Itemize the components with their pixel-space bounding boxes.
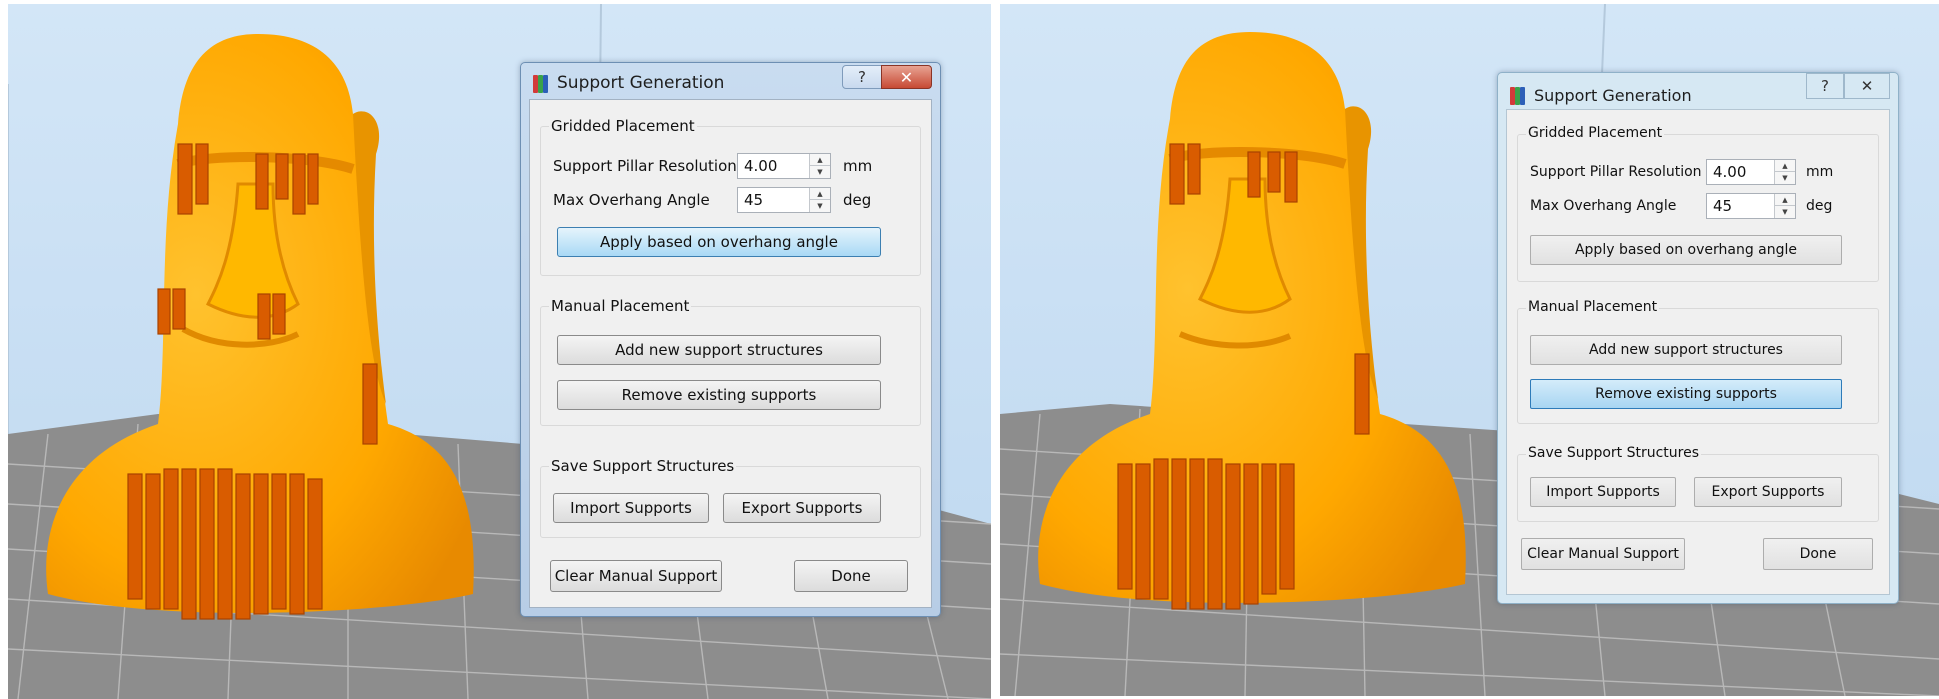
spin-buttons[interactable]: ▲ ▼ — [1774, 194, 1795, 218]
support-pillar-resolution-input[interactable] — [1707, 160, 1775, 184]
pillar-unit-label: mm — [1806, 164, 1834, 180]
done-button[interactable]: Done — [794, 560, 908, 592]
spin-down-icon[interactable]: ▼ — [1775, 206, 1795, 218]
import-supports-button[interactable]: Import Supports — [1530, 477, 1676, 507]
save-support-structures-group: Save Support Structures Import Supports … — [540, 457, 921, 538]
spin-buttons[interactable]: ▲ ▼ — [1774, 160, 1795, 184]
spin-buttons[interactable]: ▲ ▼ — [809, 188, 830, 212]
spin-up-icon[interactable]: ▲ — [1775, 194, 1795, 206]
support-pillar-resolution-label: Support Pillar Resolution — [1530, 164, 1702, 180]
support-pillar-resolution-input[interactable] — [738, 154, 810, 178]
add-support-structures-button[interactable]: Add new support structures — [1530, 335, 1842, 365]
help-button[interactable]: ? — [1806, 73, 1844, 99]
support-pillar-resolution-spinbox[interactable]: ▲▼ — [1706, 159, 1796, 185]
max-overhang-angle-input[interactable] — [738, 188, 810, 212]
close-icon: ✕ — [1860, 77, 1874, 95]
close-button[interactable]: ✕ — [881, 65, 932, 89]
max-overhang-angle-spinbox[interactable]: ▲▼ — [737, 187, 831, 213]
save-support-structures-title: Save Support Structures — [1526, 445, 1702, 461]
apply-overhang-button[interactable]: Apply based on overhang angle — [557, 227, 881, 257]
support-pillar-resolution-label: Support Pillar Resolution — [553, 157, 737, 175]
close-icon: ✕ — [899, 67, 914, 87]
done-button[interactable]: Done — [1763, 538, 1873, 570]
export-supports-button[interactable]: Export Supports — [1694, 477, 1842, 507]
gridded-placement-group: Gridded Placement Support Pillar Resolut… — [540, 117, 921, 276]
save-support-structures-title: Save Support Structures — [549, 457, 737, 475]
dialog-title-bar[interactable]: Support Generation ? ✕ — [1498, 73, 1898, 109]
manual-placement-group: Manual Placement Add new support structu… — [540, 297, 921, 426]
max-overhang-angle-label: Max Overhang Angle — [553, 191, 710, 209]
gridded-placement-title: Gridded Placement — [549, 117, 697, 135]
support-generation-app-icon — [1510, 87, 1526, 105]
spin-up-icon[interactable]: ▲ — [1775, 160, 1795, 172]
pillar-unit-label: mm — [843, 157, 873, 175]
close-button[interactable]: ✕ — [1844, 73, 1890, 99]
max-overhang-angle-label: Max Overhang Angle — [1530, 198, 1677, 214]
dialog-title: Support Generation — [1534, 86, 1692, 105]
max-overhang-angle-input[interactable] — [1707, 194, 1775, 218]
manual-placement-group: Manual Placement Add new support structu… — [1517, 299, 1879, 424]
dialog-client-area: Gridded Placement Support Pillar Resolut… — [529, 99, 932, 608]
import-supports-button[interactable]: Import Supports — [553, 493, 709, 523]
angle-unit-label: deg — [843, 191, 872, 209]
save-support-structures-group: Save Support Structures Import Supports … — [1517, 445, 1879, 522]
manual-placement-title: Manual Placement — [549, 297, 692, 315]
remove-existing-supports-button[interactable]: Remove existing supports — [557, 380, 881, 410]
dialog-title-bar[interactable]: Support Generation ? ✕ — [521, 63, 940, 99]
dialog-title: Support Generation — [557, 73, 725, 93]
add-support-structures-button[interactable]: Add new support structures — [557, 335, 881, 365]
help-icon: ? — [1821, 77, 1829, 95]
screenshot-right: Support Generation ? ✕ Gridded Placement… — [1000, 4, 1939, 696]
gridded-placement-title: Gridded Placement — [1526, 125, 1665, 141]
max-overhang-angle-spinbox[interactable]: ▲▼ — [1706, 193, 1796, 219]
spin-down-icon[interactable]: ▼ — [1775, 172, 1795, 184]
spin-up-icon[interactable]: ▲ — [810, 154, 830, 166]
spin-down-icon[interactable]: ▼ — [810, 200, 830, 212]
support-generation-dialog: Support Generation ? ✕ Gridded Placement… — [520, 62, 941, 617]
manual-placement-title: Manual Placement — [1526, 299, 1660, 315]
help-button[interactable]: ? — [842, 65, 882, 89]
clear-manual-support-button[interactable]: Clear Manual Support — [550, 560, 722, 592]
clear-manual-support-button[interactable]: Clear Manual Support — [1521, 538, 1685, 570]
apply-overhang-button[interactable]: Apply based on overhang angle — [1530, 235, 1842, 265]
screenshot-left: Support Generation ? ✕ Gridded Placement… — [8, 4, 991, 699]
spin-down-icon[interactable]: ▼ — [810, 166, 830, 178]
angle-unit-label: deg — [1806, 198, 1833, 214]
remove-existing-supports-button[interactable]: Remove existing supports — [1530, 379, 1842, 409]
gridded-placement-group: Gridded Placement Support Pillar Resolut… — [1517, 125, 1879, 282]
support-pillar-resolution-spinbox[interactable]: ▲▼ — [737, 153, 831, 179]
spin-buttons[interactable]: ▲ ▼ — [809, 154, 830, 178]
support-generation-dialog: Support Generation ? ✕ Gridded Placement… — [1497, 72, 1899, 604]
export-supports-button[interactable]: Export Supports — [723, 493, 881, 523]
dialog-client-area: Gridded Placement Support Pillar Resolut… — [1506, 109, 1890, 595]
support-generation-app-icon — [533, 75, 549, 93]
help-icon: ? — [858, 68, 866, 86]
spin-up-icon[interactable]: ▲ — [810, 188, 830, 200]
